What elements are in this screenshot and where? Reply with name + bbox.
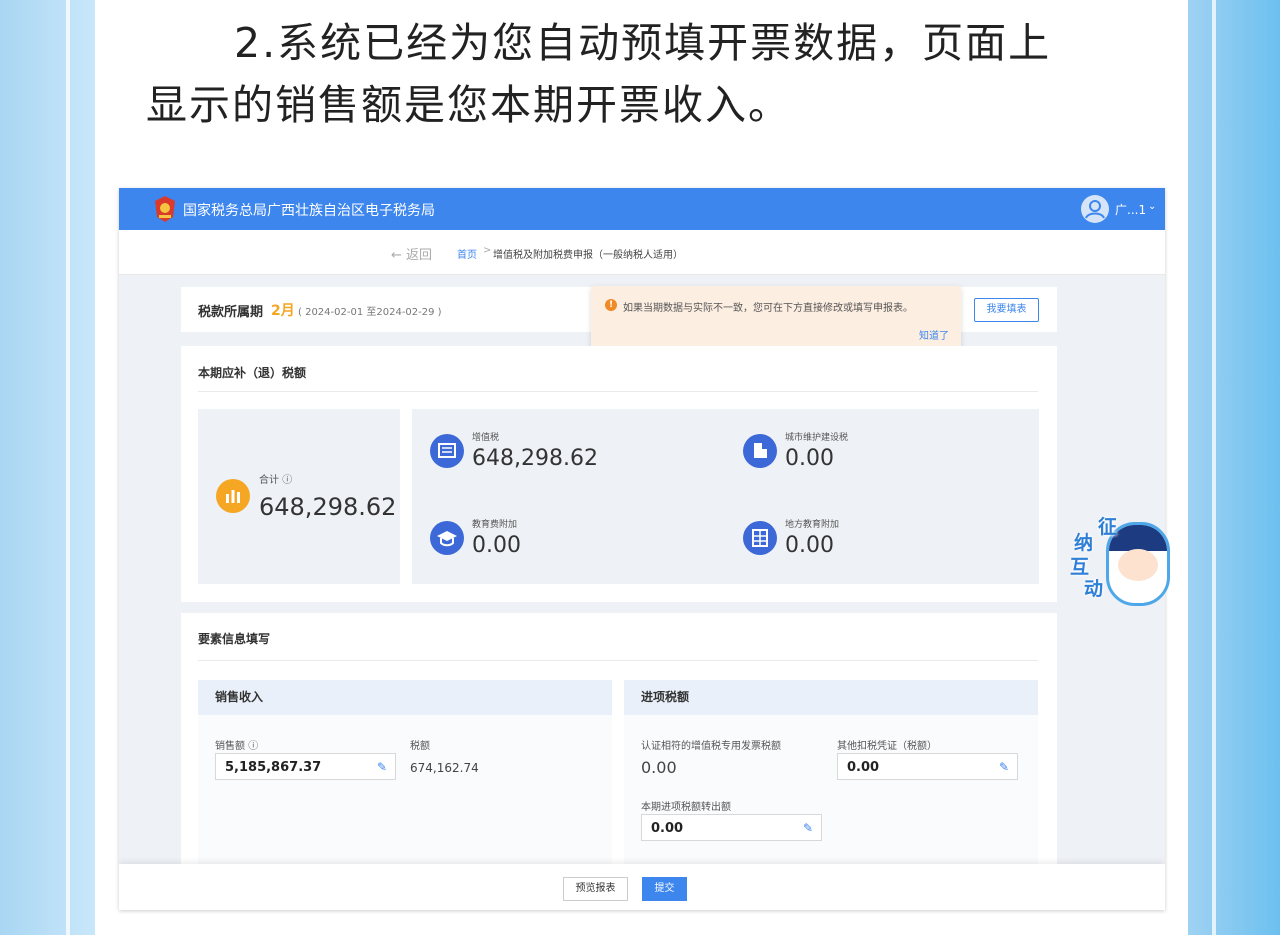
notice-popover: ! 如果当期数据与实际不一致，您可在下方直接修改或填写申报表。 知道了 — [591, 286, 961, 352]
elements-panel: 要素信息填写 销售收入 销售额 ⓘ 5,185,867.37 ✎ 税额 674,… — [181, 613, 1057, 890]
mascot-char: 征 — [1098, 516, 1118, 538]
tax-item-value: 648,298.62 — [472, 446, 598, 471]
input-tax-heading: 进项税额 — [624, 680, 1038, 715]
app-title: 国家税务总局广西壮族自治区电子税务局 — [183, 203, 435, 219]
input-tax-section: 进项税额 认证相符的增值税专用发票税额 0.00 其他扣税凭证（税额） 0.00… — [624, 680, 1038, 890]
breadcrumb-current: 增值税及附加税费申报（一般纳税人适用） — [493, 250, 683, 261]
submit-button[interactable]: 提交 — [642, 877, 687, 901]
mascot-char: 动 — [1084, 578, 1104, 600]
tax-item-value: 0.00 — [785, 446, 834, 471]
breadcrumb-separator: > — [483, 245, 492, 256]
bar-chart-icon — [216, 479, 250, 513]
certified-invoice-tax-value: 0.00 — [641, 758, 677, 777]
total-value: 648,298.62 — [259, 493, 397, 521]
sales-amount-input[interactable]: 5,185,867.37 ✎ — [215, 753, 396, 780]
instruction-headline: 2.系统已经为您自动预填开票数据，页面上 显示的销售额是您本期开票收入。 — [146, 12, 1156, 136]
breadcrumb-bar: ← 返回 首页 > 增值税及附加税费申报（一般纳税人适用） — [119, 230, 1165, 275]
graduation-cap-icon — [430, 521, 464, 555]
tax-mascot-widget[interactable]: 征 纳 互 动 — [1068, 512, 1170, 606]
user-avatar[interactable] — [1081, 195, 1109, 223]
top-bar: 国家税务总局广西壮族自治区电子税务局 广...1 ⌄ — [119, 188, 1165, 230]
mascot-char: 纳 — [1074, 532, 1094, 554]
tax-due-panel: 本期应补（退）税额 合计 ⓘ 648,298.62 增值税 648,298.62… — [181, 346, 1057, 602]
edit-icon[interactable]: ✎ — [803, 815, 813, 842]
divider — [198, 660, 1038, 661]
notice-dismiss-link[interactable]: 知道了 — [919, 327, 949, 342]
right-decorative-border — [1188, 0, 1280, 935]
elements-heading: 要素信息填写 — [198, 632, 271, 646]
period-range: ( 2024-02-01 至2024-02-29 ) — [298, 307, 442, 318]
building-icon — [743, 434, 777, 468]
period-month: 2月 — [271, 303, 295, 319]
headline-line-2: 显示的销售额是您本期开票收入。 — [146, 81, 791, 129]
sales-heading: 销售收入 — [198, 680, 612, 715]
tax-item-value: 0.00 — [472, 533, 521, 558]
tax-item-label: 增值税 — [472, 433, 500, 443]
ledger-icon — [743, 521, 777, 555]
input-tax-transfer-input[interactable]: 0.00 ✎ — [641, 814, 822, 841]
tax-item-value: 0.00 — [785, 533, 834, 558]
divider — [198, 391, 1038, 392]
breadcrumb-home-link[interactable]: 首页 — [457, 246, 477, 261]
tax-item-label: 城市维护建设税 — [785, 433, 849, 443]
left-decorative-border — [0, 0, 95, 935]
action-footer: 预览报表 提交 — [119, 864, 1165, 910]
input-tax-transfer-label: 本期进项税额转出额 — [641, 802, 731, 813]
total-card: 合计 ⓘ 648,298.62 — [198, 409, 400, 584]
total-label: 合计 ⓘ — [259, 475, 293, 486]
chevron-down-icon[interactable]: ⌄ — [1148, 201, 1156, 212]
user-name[interactable]: 广...1 — [1115, 201, 1146, 218]
other-deduction-input[interactable]: 0.00 ✎ — [837, 753, 1018, 780]
certified-invoice-tax-label: 认证相符的增值税专用发票税额 — [641, 741, 781, 752]
back-button[interactable]: ← 返回 — [391, 244, 432, 263]
arrow-left-icon: ← — [391, 248, 402, 263]
sales-amount-label: 销售额 ⓘ — [215, 741, 259, 752]
tax-item-label: 地方教育附加 — [785, 520, 840, 530]
fill-form-button[interactable]: 我要填表 — [974, 298, 1039, 322]
sales-section: 销售收入 销售额 ⓘ 5,185,867.37 ✎ 税额 674,162.74 — [198, 680, 612, 890]
headline-line-1: 2.系统已经为您自动预填开票数据，页面上 — [234, 19, 1052, 67]
edit-icon[interactable]: ✎ — [999, 754, 1009, 781]
period-label: 税款所属期 — [198, 305, 264, 320]
tax-item-label: 教育费附加 — [472, 520, 518, 530]
tax-breakdown-grid: 增值税 648,298.62 城市维护建设税 0.00 教育费附加 0.00 地… — [412, 409, 1039, 584]
tax-app-screenshot: 国家税务总局广西壮族自治区电子税务局 广...1 ⌄ ← 返回 首页 > 增值税… — [119, 188, 1165, 910]
tax-due-heading: 本期应补（退）税额 — [198, 366, 307, 380]
info-icon[interactable]: ⓘ — [248, 741, 258, 752]
sales-tax-value: 674,162.74 — [410, 761, 479, 775]
user-icon — [1085, 200, 1105, 219]
info-icon[interactable]: ⓘ — [282, 475, 292, 486]
preview-report-button[interactable]: 预览报表 — [563, 877, 628, 901]
tax-emblem-icon — [155, 196, 175, 222]
warning-icon: ! — [605, 299, 617, 311]
back-label: 返回 — [406, 248, 433, 263]
notice-message: 如果当期数据与实际不一致，您可在下方直接修改或填写申报表。 — [623, 303, 913, 314]
other-deduction-label: 其他扣税凭证（税额） — [837, 741, 937, 752]
tax-doc-icon — [430, 434, 464, 468]
edit-icon[interactable]: ✎ — [377, 754, 387, 781]
sales-tax-label: 税额 — [410, 741, 430, 752]
